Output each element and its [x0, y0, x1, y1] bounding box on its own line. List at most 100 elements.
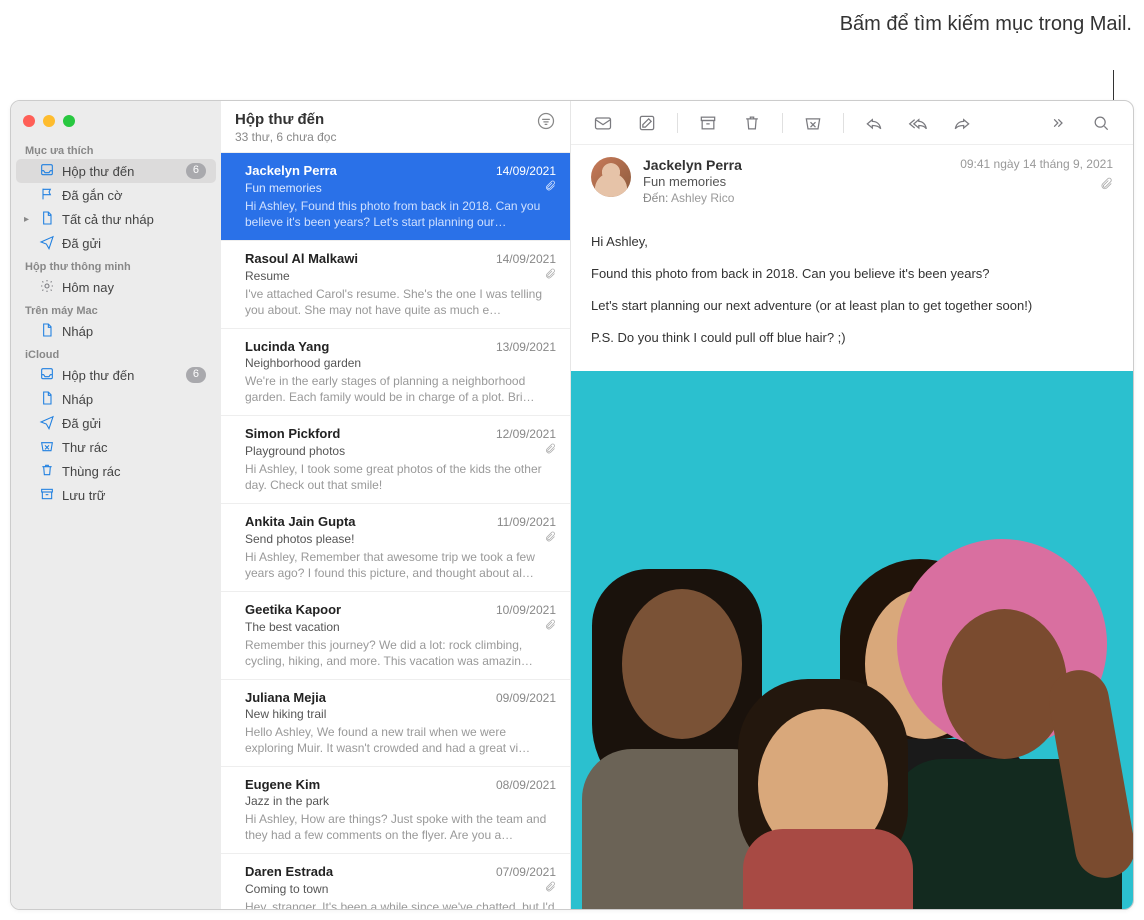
attachment-icon	[544, 443, 556, 458]
message-subject: Playground photos	[245, 444, 345, 458]
sidebar-item[interactable]: Nháp	[16, 319, 216, 343]
message-preview: Hi Ashley, I took some great photos of t…	[245, 461, 556, 493]
message-preview: Hi Ashley, Found this photo from back in…	[245, 198, 556, 230]
sidebar-section-label: Hộp thư thông minh	[11, 255, 221, 275]
junk-button[interactable]	[795, 109, 831, 137]
message-from: Juliana Mejia	[245, 690, 326, 705]
message-from: Simon Pickford	[245, 426, 340, 441]
sidebar-item-label: Nháp	[62, 324, 206, 339]
message-preview: Hello Ashley, We found a new trail when …	[245, 724, 556, 756]
close-window-button[interactable]	[23, 115, 35, 127]
trash-icon	[38, 462, 56, 481]
sidebar-item-label: Hộp thư đến	[62, 368, 186, 383]
message-date: 08/09/2021	[496, 778, 556, 792]
compose-button[interactable]	[629, 109, 665, 137]
minimize-window-button[interactable]	[43, 115, 55, 127]
reply-all-button[interactable]	[900, 109, 936, 137]
search-button[interactable]	[1083, 109, 1119, 137]
message-subject: New hiking trail	[245, 707, 326, 721]
message-row[interactable]: Juliana Mejia 09/09/2021 New hiking trail H…	[221, 680, 570, 767]
trash-button[interactable]	[734, 109, 770, 137]
message-date: 09/09/2021	[496, 691, 556, 705]
message-from: Jackelyn Perra	[245, 163, 337, 178]
toolbar-separator	[677, 113, 678, 133]
sidebar-item[interactable]: Thùng rác	[16, 459, 216, 483]
message-subject: Resume	[245, 269, 290, 283]
message-date: 07/09/2021	[496, 865, 556, 879]
message-row[interactable]: Geetika Kapoor10/09/2021The best vacatio…	[221, 592, 570, 680]
sidebar-item[interactable]: Hôm nay	[16, 275, 216, 299]
sidebar-item[interactable]: Nháp	[16, 387, 216, 411]
message-header: Jackelyn Perra Fun memories Đến: Ashley …	[571, 145, 1133, 217]
message-date: 13/09/2021	[496, 340, 556, 354]
sidebar-section-label: Mục ưa thích	[11, 139, 221, 159]
reply-button[interactable]	[856, 109, 892, 137]
message-list-header: Hộp thư đến 33 thư, 6 chưa đọc	[221, 101, 570, 153]
gear-icon	[38, 278, 56, 297]
attachment-icon	[544, 531, 556, 546]
message-body-line: Found this photo from back in 2018. Can …	[591, 263, 1113, 285]
archive-icon	[38, 486, 56, 505]
message-row[interactable]: Simon Pickford12/09/2021Playground photo…	[221, 416, 570, 504]
message-row[interactable]: Rasoul Al Malkawi14/09/2021ResumeI've at…	[221, 241, 570, 329]
sidebar-item[interactable]: Lưu trữ	[16, 483, 216, 507]
message-recipients: Đến: Ashley Rico	[643, 191, 948, 205]
message-date: 14/09/2021	[496, 252, 556, 266]
sender-avatar[interactable]	[591, 157, 631, 197]
sidebar-item[interactable]: Hộp thư đến6	[16, 159, 216, 183]
message-row[interactable]: Lucinda Yang13/09/2021Neighborhood garde…	[221, 329, 570, 416]
sent-icon	[38, 234, 56, 253]
attachment-icon	[960, 177, 1113, 194]
inbox-title: Hộp thư đến	[235, 111, 336, 128]
sidebar-item-label: Tất cả thư nháp	[62, 212, 206, 227]
sidebar-item-label: Đã gửi	[62, 236, 206, 251]
sidebar-item[interactable]: Thư rác	[16, 435, 216, 459]
message-row[interactable]: Daren Estrada07/09/2021Coming to townHey…	[221, 854, 570, 909]
sidebar-item[interactable]: ▸Tất cả thư nháp	[16, 207, 216, 231]
sidebar-item[interactable]: Đã gửi	[16, 411, 216, 435]
sidebar-item[interactable]: Đã gửi	[16, 231, 216, 255]
toolbar-separator	[782, 113, 783, 133]
sender-name: Jackelyn Perra	[643, 157, 948, 173]
message-date: 14/09/2021	[496, 164, 556, 178]
message-from: Ankita Jain Gupta	[245, 514, 356, 529]
forward-button[interactable]	[944, 109, 980, 137]
sidebar-item-label: Nháp	[62, 392, 206, 407]
archive-button[interactable]	[690, 109, 726, 137]
message-from: Eugene Kim	[245, 777, 320, 792]
to-label: Đến:	[643, 191, 668, 205]
message-subject: Neighborhood garden	[245, 356, 361, 370]
more-button[interactable]	[1039, 109, 1075, 137]
message-from: Rasoul Al Malkawi	[245, 251, 358, 266]
sidebar-item-label: Lưu trữ	[62, 488, 206, 503]
inbox-subtitle: 33 thư, 6 chưa đọc	[235, 130, 336, 144]
sidebar-item-label: Hộp thư đến	[62, 164, 186, 179]
inbox-icon	[38, 162, 56, 181]
message-subject: Coming to town	[245, 882, 328, 896]
message-list-pane: Hộp thư đến 33 thư, 6 chưa đọc Jackelyn …	[221, 101, 571, 909]
message-attachment-photo[interactable]	[571, 371, 1133, 909]
junk-icon	[38, 438, 56, 457]
inbox-icon	[38, 366, 56, 385]
maximize-window-button[interactable]	[63, 115, 75, 127]
message-date: 11/09/2021	[497, 515, 556, 529]
message-subject: Fun memories	[643, 174, 948, 189]
message-row[interactable]: Eugene Kim08/09/2021Jazz in the parkHi A…	[221, 767, 570, 854]
message-preview: We're in the early stages of planning a …	[245, 373, 556, 405]
message-subject: The best vacation	[245, 620, 340, 634]
new-message-button[interactable]	[585, 109, 621, 137]
sidebar-item[interactable]: Đã gắn cờ	[16, 183, 216, 207]
message-row[interactable]: Jackelyn Perra14/09/2021Fun memoriesHi A…	[221, 153, 570, 241]
doc-icon	[38, 322, 56, 341]
sidebar-item[interactable]: Hộp thư đến6	[16, 363, 216, 387]
sidebar: Mục ưa thíchHộp thư đến6Đã gắn cờ▸Tất cả…	[11, 101, 221, 909]
sidebar-item-label: Đã gửi	[62, 416, 206, 431]
toolbar-separator	[843, 113, 844, 133]
sidebar-section-label: iCloud	[11, 343, 221, 363]
message-row[interactable]: Ankita Jain Gupta11/09/2021Send photos p…	[221, 504, 570, 592]
sent-icon	[38, 414, 56, 433]
message-list[interactable]: Jackelyn Perra14/09/2021Fun memoriesHi A…	[221, 153, 570, 909]
to-value: Ashley Rico	[671, 191, 734, 205]
filter-button[interactable]	[536, 111, 556, 134]
message-timestamp: 09:41 ngày 14 tháng 9, 2021	[960, 157, 1113, 171]
